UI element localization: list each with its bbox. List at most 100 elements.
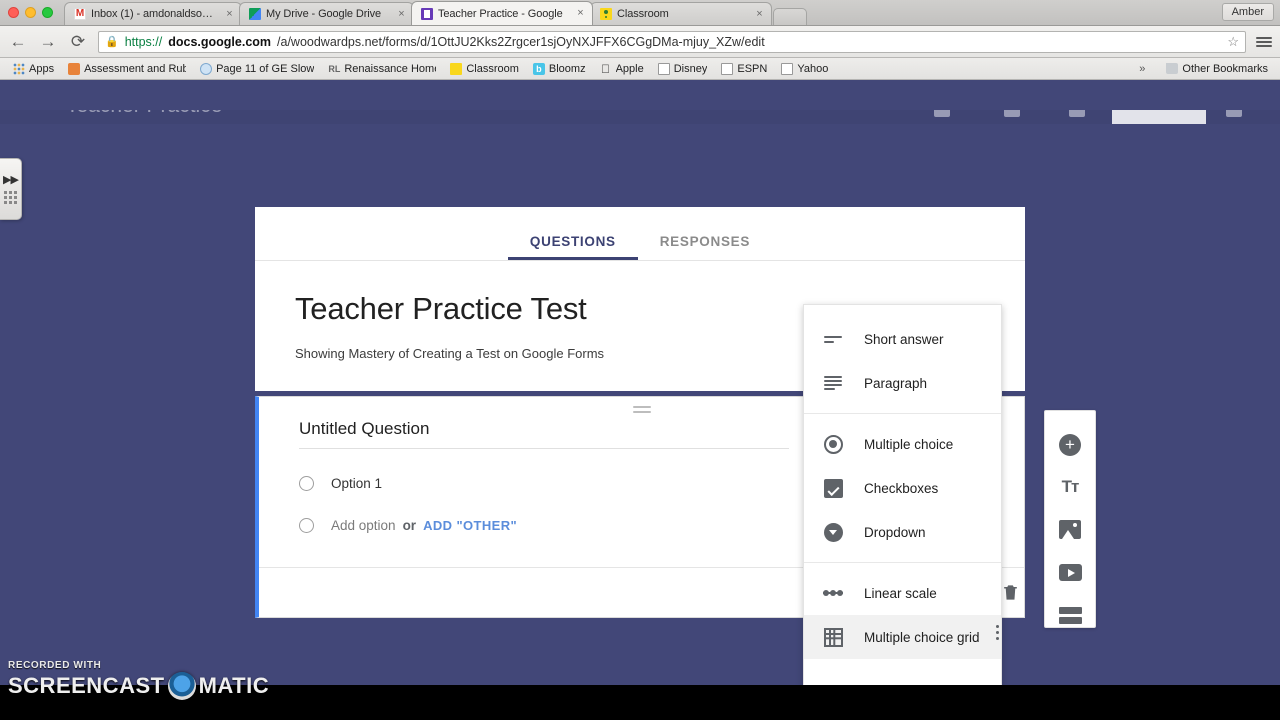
bloomz-icon: b: [532, 62, 545, 75]
linear-scale-icon: [822, 590, 844, 596]
browser-tab-teacher-practice[interactable]: Teacher Practice - Google ×: [411, 1, 593, 25]
bookmark-label: Other Bookmarks: [1182, 62, 1268, 75]
close-tab-icon[interactable]: ×: [754, 8, 765, 20]
bookmark-espn[interactable]: ESPN: [714, 62, 774, 75]
tab-title: Teacher Practice - Google: [438, 7, 563, 20]
bookmarks-overflow-icon[interactable]: »: [1139, 63, 1145, 75]
reload-button-icon[interactable]: ⟳: [68, 33, 88, 50]
bookmark-ge-slow[interactable]: Page 11 of GE Slow: [193, 62, 321, 75]
delete-icon[interactable]: [1001, 582, 1020, 603]
tab-responses[interactable]: RESPONSES: [638, 234, 772, 260]
tab-strip: Inbox (1) - amdonaldson@w × My Drive - G…: [0, 0, 1280, 26]
question-title-input[interactable]: Untitled Question: [299, 419, 789, 449]
google-forms-icon: [421, 7, 433, 20]
minimize-window-button[interactable]: [25, 7, 36, 18]
back-button-icon[interactable]: ←: [8, 33, 28, 50]
close-tab-icon[interactable]: ×: [575, 8, 586, 19]
expand-drawer-handle[interactable]: ▶▶: [0, 158, 22, 220]
menu-item-linear-scale[interactable]: Linear scale: [804, 571, 1001, 615]
bookmark-label: Page 11 of GE Slow: [216, 62, 315, 75]
or-label: or: [402, 518, 417, 533]
tab-questions[interactable]: QUESTIONS: [507, 234, 638, 260]
google-classroom-icon: [600, 8, 612, 20]
bookmarks-bar: Apps Assessment and Rub Page 11 of GE Sl…: [0, 58, 1280, 80]
bookmark-renaissance[interactable]: RL Renaissance Home: [321, 63, 443, 75]
window-controls[interactable]: [8, 7, 53, 18]
type-menu-group-text: Short answer Paragraph: [804, 309, 1001, 414]
menu-item-dropdown[interactable]: Dropdown: [804, 510, 1001, 554]
watermark-word-right: MATIC: [198, 673, 270, 698]
settings-gear-icon[interactable]: [1069, 110, 1085, 117]
bookmark-label: Classroom: [466, 62, 519, 75]
more-options-icon[interactable]: [996, 625, 999, 640]
add-other-button[interactable]: ADD "OTHER": [423, 518, 517, 533]
gmail-icon: [74, 8, 86, 20]
add-section-button[interactable]: [1057, 603, 1083, 627]
more-actions-icon[interactable]: [1226, 110, 1242, 117]
add-image-icon: [1059, 520, 1081, 540]
folder-icon: [1166, 62, 1179, 74]
menu-item-label: Short answer: [864, 331, 944, 347]
preview-icon[interactable]: [1004, 110, 1020, 117]
new-tab-button[interactable]: [773, 8, 807, 25]
menu-item-checkboxes[interactable]: Checkboxes: [804, 466, 1001, 510]
browser-tab-classroom[interactable]: Classroom ×: [590, 2, 772, 25]
bookmark-yahoo[interactable]: Yahoo: [774, 62, 835, 75]
close-tab-icon[interactable]: ×: [396, 8, 407, 20]
bookmark-label: Yahoo: [797, 62, 829, 75]
browser-tab-my-drive[interactable]: My Drive - Google Drive ×: [239, 2, 414, 25]
url-scheme: https://: [124, 34, 163, 49]
add-video-button[interactable]: [1057, 561, 1083, 585]
radio-button-icon: [299, 518, 314, 533]
grid-icon: [822, 627, 844, 647]
bookmark-star-icon[interactable]: ☆: [1227, 34, 1239, 50]
radio-button-icon: [822, 434, 844, 454]
bookmark-assessment[interactable]: Assessment and Rub: [61, 62, 193, 75]
menu-item-short-answer[interactable]: Short answer: [804, 317, 1001, 361]
menu-item-paragraph[interactable]: Paragraph: [804, 361, 1001, 405]
menu-item-multiple-choice-grid[interactable]: Multiple choice grid: [804, 615, 1001, 659]
browser-tab-inbox[interactable]: Inbox (1) - amdonaldson@w ×: [64, 2, 242, 25]
send-button[interactable]: [1112, 110, 1206, 124]
close-tab-icon[interactable]: ×: [224, 8, 235, 20]
lock-icon: 🔒: [105, 36, 119, 48]
menu-item-label: Paragraph: [864, 375, 928, 391]
watermark-word-left: SCREENCAST: [8, 673, 165, 698]
url-host: docs.google.com: [168, 34, 272, 49]
page-icon: [200, 62, 213, 75]
add-option-label[interactable]: Add option: [331, 518, 396, 533]
drag-handle-icon[interactable]: [632, 406, 651, 413]
radio-button-icon: [299, 476, 314, 491]
add-title-button[interactable]: Tᴛ: [1057, 476, 1083, 500]
bookmark-bloomz[interactable]: b Bloomz: [526, 62, 593, 75]
option-label[interactable]: Option 1: [331, 476, 382, 491]
add-question-button[interactable]: +: [1057, 433, 1083, 457]
close-window-button[interactable]: [8, 7, 19, 18]
apps-grid-icon: [13, 62, 25, 75]
google-drive-icon: [249, 8, 261, 20]
bookmark-apple[interactable]:  Apple: [593, 63, 651, 75]
add-image-button[interactable]: [1057, 518, 1083, 542]
classroom-icon: [450, 62, 463, 75]
menu-item-label: Multiple choice: [864, 436, 954, 452]
type-menu-bottom-pad: [804, 659, 1001, 685]
type-menu-group-advanced: Linear scale Multiple choice grid: [804, 563, 1001, 693]
bookmark-apps[interactable]: Apps: [6, 62, 61, 75]
palette-icon[interactable]: [934, 110, 950, 117]
add-title-icon: Tᴛ: [1061, 477, 1080, 497]
forward-button-icon[interactable]: →: [38, 33, 58, 50]
maximize-window-button[interactable]: [42, 7, 53, 18]
bookmark-other-bookmarks[interactable]: Other Bookmarks: [1159, 62, 1268, 75]
tab-title: Classroom: [617, 8, 669, 20]
menu-item-label: Multiple choice grid: [864, 629, 980, 645]
menu-item-label: Linear scale: [864, 585, 937, 601]
menu-item-multiple-choice[interactable]: Multiple choice: [804, 422, 1001, 466]
add-video-icon: [1058, 564, 1082, 582]
bookmark-disney[interactable]: Disney: [651, 62, 715, 75]
address-bar[interactable]: 🔒 https:// docs.google.com/a/woodwardps.n…: [98, 30, 1246, 53]
document-icon: [781, 62, 794, 75]
profile-chip[interactable]: Amber: [1221, 3, 1274, 21]
bookmark-classroom[interactable]: Classroom: [443, 62, 526, 75]
chrome-menu-icon[interactable]: [1256, 36, 1272, 47]
menu-item-label: Checkboxes: [864, 480, 939, 496]
